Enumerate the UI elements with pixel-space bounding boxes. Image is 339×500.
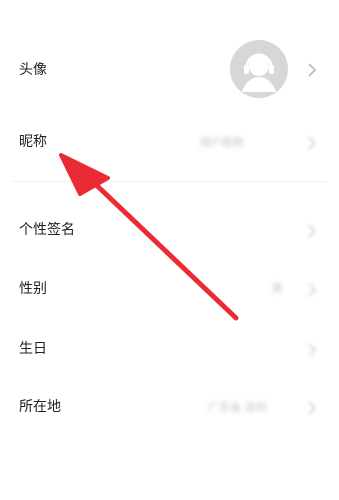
- row-label-nickname: 昵称: [19, 134, 47, 150]
- avatar-headset-icon: [230, 40, 288, 98]
- row-label-location: 所在地: [19, 399, 61, 415]
- row-value-location: 广东省 深圳: [208, 401, 267, 414]
- profile-edit-screen: 头像 昵称 用户昵称 个性签名 性别 男 生日 所在地 广东省 深圳: [0, 0, 339, 500]
- chevron-right-icon: [308, 63, 317, 77]
- chevron-right-icon: [308, 224, 317, 238]
- row-value-nickname: 用户昵称: [200, 136, 244, 149]
- chevron-right-icon: [308, 343, 317, 357]
- row-nickname[interactable]: 昵称 用户昵称: [0, 120, 339, 170]
- chevron-right-icon: [308, 283, 317, 297]
- row-location[interactable]: 所在地 广东省 深圳: [0, 388, 339, 428]
- row-label-avatar: 头像: [19, 62, 47, 78]
- chevron-right-icon: [308, 401, 317, 415]
- divider: [12, 181, 327, 182]
- row-birthday[interactable]: 生日: [0, 330, 339, 370]
- row-value-gender: 男: [272, 282, 283, 295]
- avatar[interactable]: [230, 40, 288, 98]
- row-avatar[interactable]: 头像: [0, 0, 339, 140]
- row-signature[interactable]: 个性签名: [0, 210, 339, 250]
- row-label-gender: 性别: [19, 281, 47, 297]
- chevron-right-icon: [308, 136, 317, 150]
- row-gender[interactable]: 性别 男: [0, 270, 339, 310]
- row-label-signature: 个性签名: [19, 222, 75, 238]
- row-label-birthday: 生日: [19, 341, 47, 357]
